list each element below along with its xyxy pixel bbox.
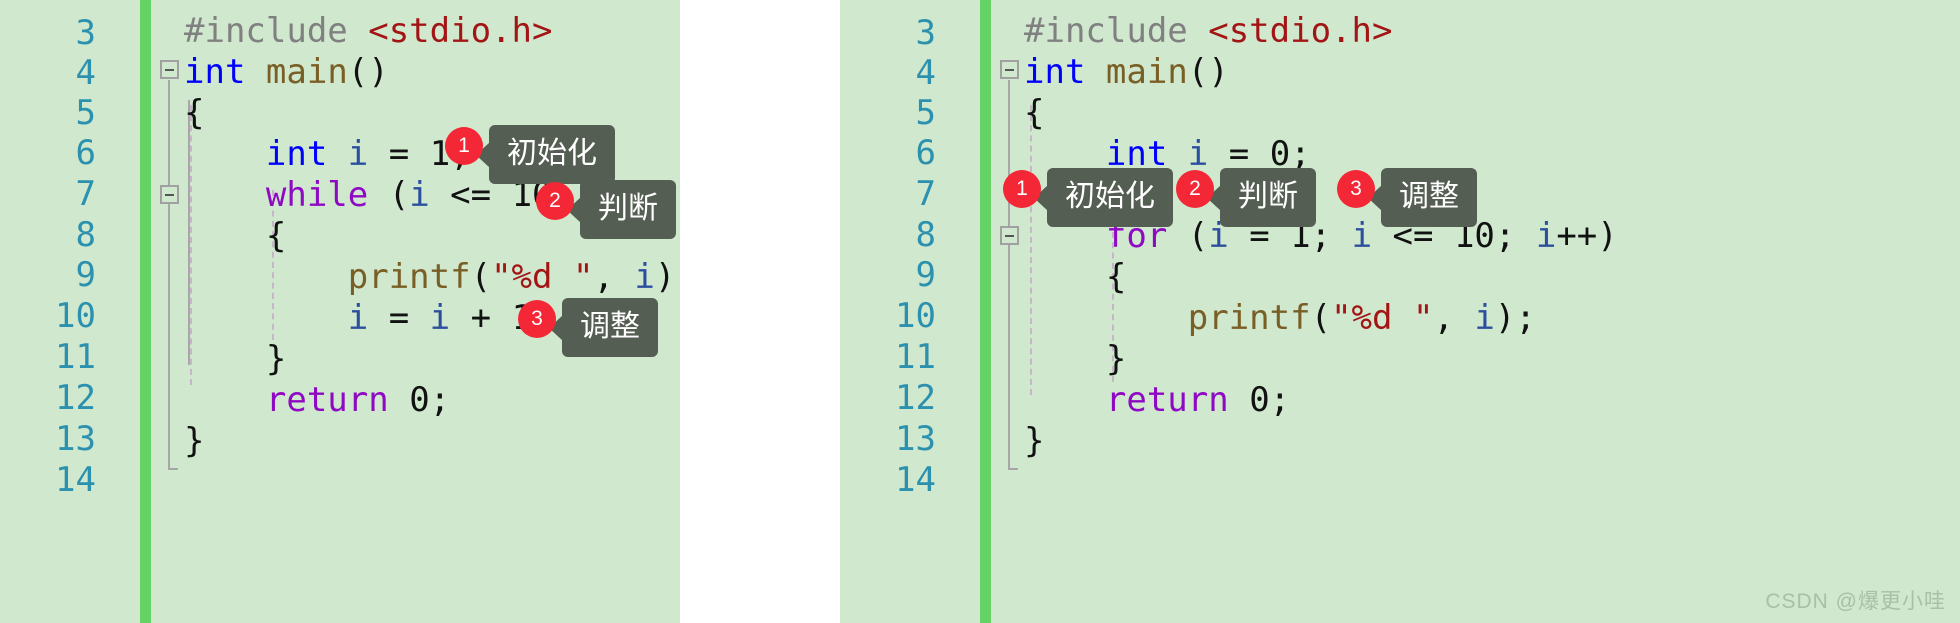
- annotation-tooltip-3: 调整: [1381, 168, 1477, 227]
- fold-toggle-for[interactable]: [1000, 226, 1019, 245]
- fold-toggle-main[interactable]: [160, 60, 179, 79]
- change-bar: [140, 0, 151, 623]
- screenshot-root: 3 4 5 6 7 8 9 10 11 12 13 14 #include <s…: [0, 0, 1960, 623]
- line-number: 13: [55, 419, 96, 459]
- annotation-badge-2[interactable]: 2: [536, 182, 574, 220]
- line-number: 12: [55, 378, 96, 418]
- fold-toggle-main[interactable]: [1000, 60, 1019, 79]
- annotation-badge-2[interactable]: 2: [1176, 170, 1214, 208]
- code-line-11[interactable]: }: [1024, 338, 1126, 380]
- line-number: 4: [75, 53, 96, 93]
- code-line-12[interactable]: return 0;: [184, 379, 450, 421]
- annotation-tooltip-1: 初始化: [489, 125, 615, 184]
- line-number: 14: [55, 460, 96, 500]
- change-bar: [980, 0, 991, 623]
- annotation-badge-3[interactable]: 3: [518, 300, 556, 338]
- fold-guide-main: [168, 80, 170, 470]
- code-line-9[interactable]: {: [1024, 256, 1126, 298]
- line-number: 5: [915, 93, 936, 133]
- code-line-8[interactable]: {: [184, 215, 286, 257]
- annotation-tooltip-2: 判断: [1220, 168, 1316, 227]
- line-number: 11: [55, 337, 96, 377]
- line-number: 3: [915, 13, 936, 53]
- line-number-gutter-right: 3 4 5 6 7 8 9 10 11 12 13 14: [840, 0, 946, 623]
- line-number-gutter-left: 3 4 5 6 7 8 9 10 11 12 13 14: [0, 0, 106, 623]
- annotation-tooltip-1: 初始化: [1047, 168, 1173, 227]
- code-line-4[interactable]: int main(): [184, 51, 389, 93]
- line-number: 4: [915, 53, 936, 93]
- fold-toggle-while[interactable]: [160, 185, 179, 204]
- annotation-badge-1[interactable]: 1: [1003, 170, 1041, 208]
- line-number: 9: [75, 255, 96, 295]
- code-line-11[interactable]: }: [184, 338, 286, 380]
- code-line-3[interactable]: #include <stdio.h>: [1024, 10, 1392, 52]
- line-number: 10: [55, 296, 96, 336]
- annotation-tooltip-3: 调整: [562, 298, 658, 357]
- code-line-5[interactable]: {: [184, 92, 204, 134]
- fold-guide-main: [1008, 80, 1010, 470]
- line-number: 13: [895, 419, 936, 459]
- line-number: 8: [75, 215, 96, 255]
- code-line-10[interactable]: i = i + 1;: [184, 297, 553, 339]
- line-number: 5: [75, 93, 96, 133]
- code-line-12[interactable]: return 0;: [1024, 379, 1290, 421]
- code-line-6[interactable]: int i = 1;: [184, 133, 471, 175]
- fold-guide-end-main: [168, 468, 178, 470]
- code-panel-for: 3 4 5 6 7 8 9 10 11 12 13 14 #include <s…: [840, 0, 1960, 623]
- code-panel-while: 3 4 5 6 7 8 9 10 11 12 13 14 #include <s…: [0, 0, 680, 623]
- code-line-4[interactable]: int main(): [1024, 51, 1229, 93]
- line-number: 6: [75, 133, 96, 173]
- line-number: 12: [895, 378, 936, 418]
- line-number: 7: [915, 174, 936, 214]
- code-line-13[interactable]: }: [1024, 420, 1044, 462]
- annotation-badge-3[interactable]: 3: [1337, 170, 1375, 208]
- line-number: 3: [75, 13, 96, 53]
- line-number: 14: [895, 460, 936, 500]
- line-number: 6: [915, 133, 936, 173]
- annotation-tooltip-2: 判断: [580, 180, 676, 239]
- line-number: 10: [895, 296, 936, 336]
- annotation-badge-1[interactable]: 1: [445, 127, 483, 165]
- line-number: 9: [915, 255, 936, 295]
- fold-guide-end-main: [1008, 468, 1018, 470]
- watermark: CSDN @爆更小哇: [1765, 590, 1946, 613]
- code-line-9[interactable]: printf("%d ", i);: [184, 256, 680, 298]
- line-number: 7: [75, 174, 96, 214]
- line-number: 8: [915, 215, 936, 255]
- code-line-3[interactable]: #include <stdio.h>: [184, 10, 552, 52]
- line-number: 11: [895, 337, 936, 377]
- code-line-10[interactable]: printf("%d ", i);: [1024, 297, 1536, 339]
- code-line-13[interactable]: }: [184, 420, 204, 462]
- code-line-5[interactable]: {: [1024, 92, 1044, 134]
